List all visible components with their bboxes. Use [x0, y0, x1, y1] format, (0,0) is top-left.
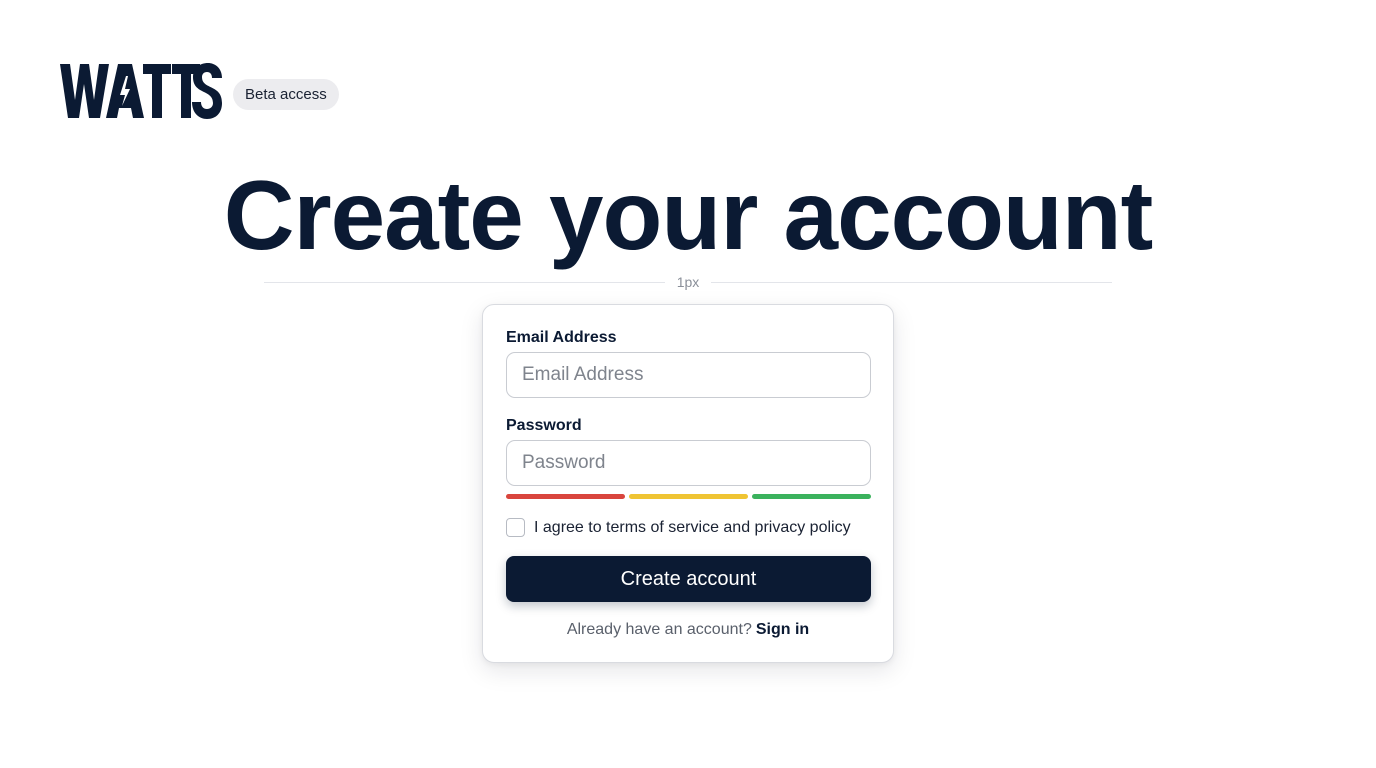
divider-label: 1px [676, 274, 700, 290]
terms-label: I agree to terms of service and privacy … [534, 518, 851, 536]
create-account-button[interactable]: Create account [506, 556, 871, 602]
divider-line-left [264, 281, 665, 283]
strength-segment-medium [629, 494, 748, 499]
signin-link[interactable]: Sign in [756, 621, 809, 638]
beta-badge: Beta access [233, 79, 339, 110]
password-label: Password [506, 417, 582, 434]
email-label: Email Address [506, 329, 617, 346]
signup-card: Email Address Password I agree to terms … [482, 304, 894, 663]
page-title: Create your account [223, 160, 1154, 270]
divider-line-right [711, 281, 1113, 283]
watts-logo-icon [60, 63, 222, 119]
password-field[interactable] [506, 440, 871, 486]
password-strength-meter [506, 494, 871, 500]
signin-row: Already have an account? Sign in [483, 621, 893, 639]
brand-logo [60, 62, 222, 120]
signup-page: Beta access Create your account 1px Emai… [0, 0, 1376, 768]
signin-prompt: Already have an account? [566, 621, 752, 638]
strength-segment-strong [752, 494, 871, 499]
terms-checkbox[interactable] [506, 518, 525, 537]
divider: 1px [264, 272, 1113, 292]
terms-agreement[interactable]: I agree to terms of service and privacy … [506, 518, 851, 537]
email-field[interactable] [506, 352, 871, 398]
strength-segment-weak [506, 494, 625, 499]
